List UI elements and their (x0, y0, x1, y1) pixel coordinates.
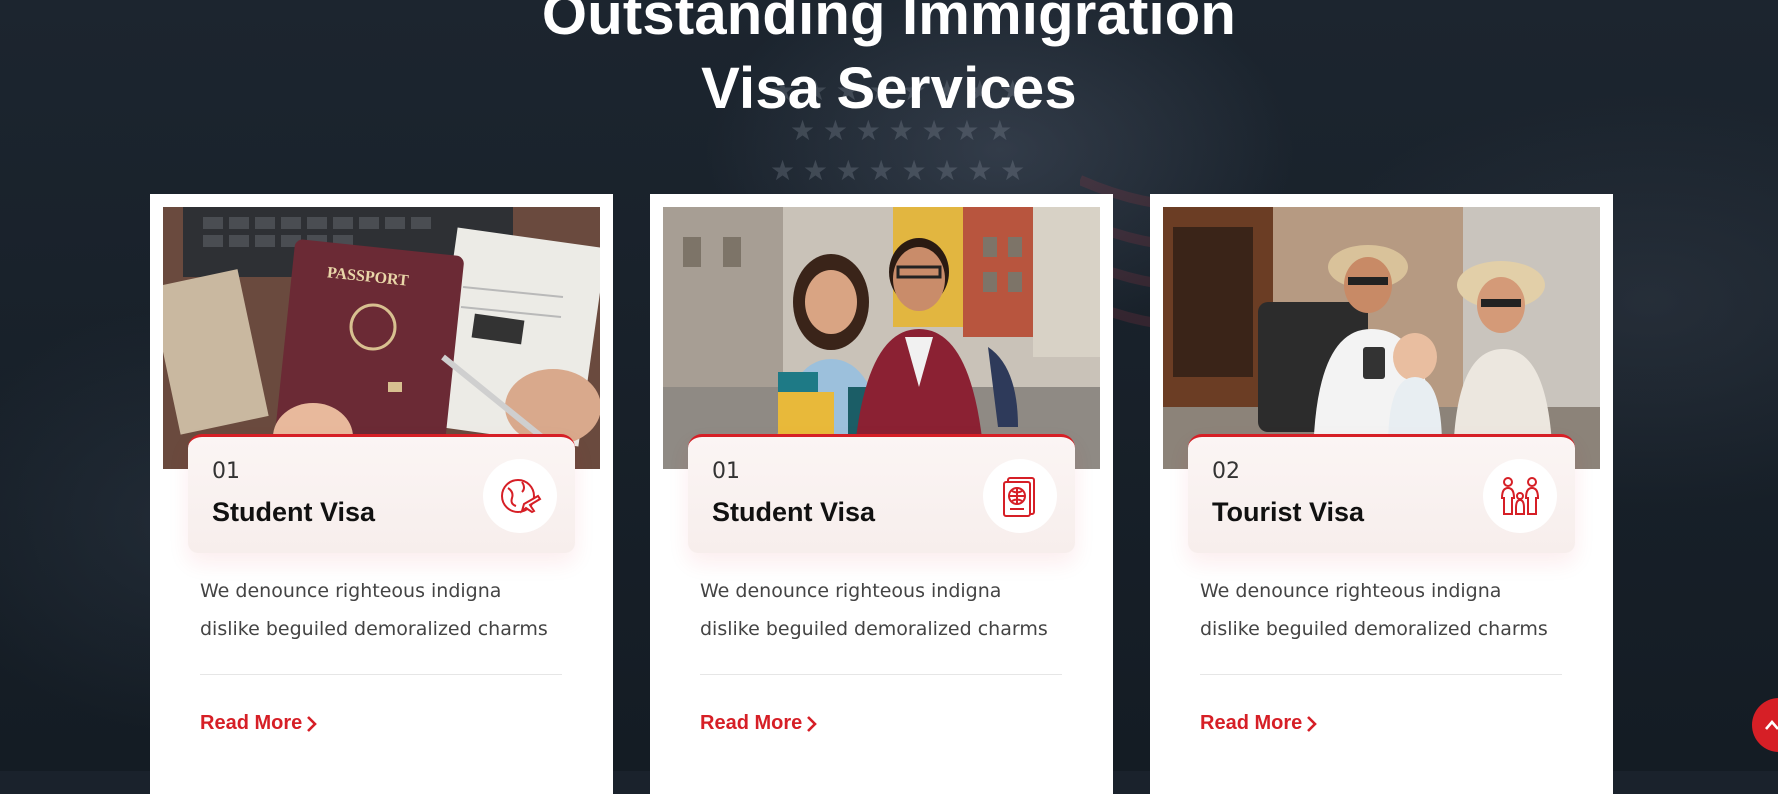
service-card[interactable]: PASSPORT 01 Student Visa We denounce rig… (150, 194, 613, 794)
heading-line-1: Outstanding Immigration (541, 0, 1237, 47)
read-more-link[interactable]: Read More (200, 712, 318, 735)
svg-text:★ ★ ★ ★ ★ ★ ★ ★: ★ ★ ★ ★ ★ ★ ★ ★ (770, 155, 1025, 186)
card-title-box: 02 Tourist Visa (1188, 434, 1575, 553)
passport-photo: PASSPORT (163, 207, 600, 469)
section-heading: Outstanding Immigration Visa Services (0, 0, 1778, 126)
service-card[interactable]: 02 Tourist Visa We denounce righteous in… (1150, 194, 1613, 794)
card-divider (200, 674, 562, 675)
card-description: We denounce righteous indigna dislike be… (200, 580, 548, 640)
read-more-label: Read More (1200, 712, 1303, 734)
tourist-family-photo (1163, 207, 1600, 469)
card-title[interactable]: Student Visa (212, 497, 375, 528)
globe-plane-icon (483, 459, 557, 533)
heading-line-2: Visa Services (701, 56, 1077, 121)
card-title[interactable]: Tourist Visa (1212, 497, 1364, 528)
chevron-up-icon (1765, 720, 1778, 730)
card-description: We denounce righteous indigna dislike be… (1200, 580, 1548, 640)
read-more-link[interactable]: Read More (700, 712, 818, 735)
chevron-right-icon (807, 715, 818, 732)
chevron-right-icon (307, 715, 318, 732)
read-more-label: Read More (200, 712, 303, 734)
card-title[interactable]: Student Visa (712, 497, 875, 528)
card-number: 01 (212, 459, 240, 484)
family-icon (1483, 459, 1557, 533)
card-number: 02 (1212, 459, 1240, 484)
read-more-label: Read More (700, 712, 803, 734)
card-divider (700, 674, 1062, 675)
read-more-link[interactable]: Read More (1200, 712, 1318, 735)
passport-icon (983, 459, 1057, 533)
students-photo (663, 207, 1100, 469)
card-description: We denounce righteous indigna dislike be… (700, 580, 1048, 640)
chevron-right-icon (1307, 715, 1318, 732)
card-number: 01 (712, 459, 740, 484)
card-title-box: 01 Student Visa (188, 434, 575, 553)
card-divider (1200, 674, 1562, 675)
service-card[interactable]: 01 Student Visa We denounce righteous in… (650, 194, 1113, 794)
card-title-box: 01 Student Visa (688, 434, 1075, 553)
